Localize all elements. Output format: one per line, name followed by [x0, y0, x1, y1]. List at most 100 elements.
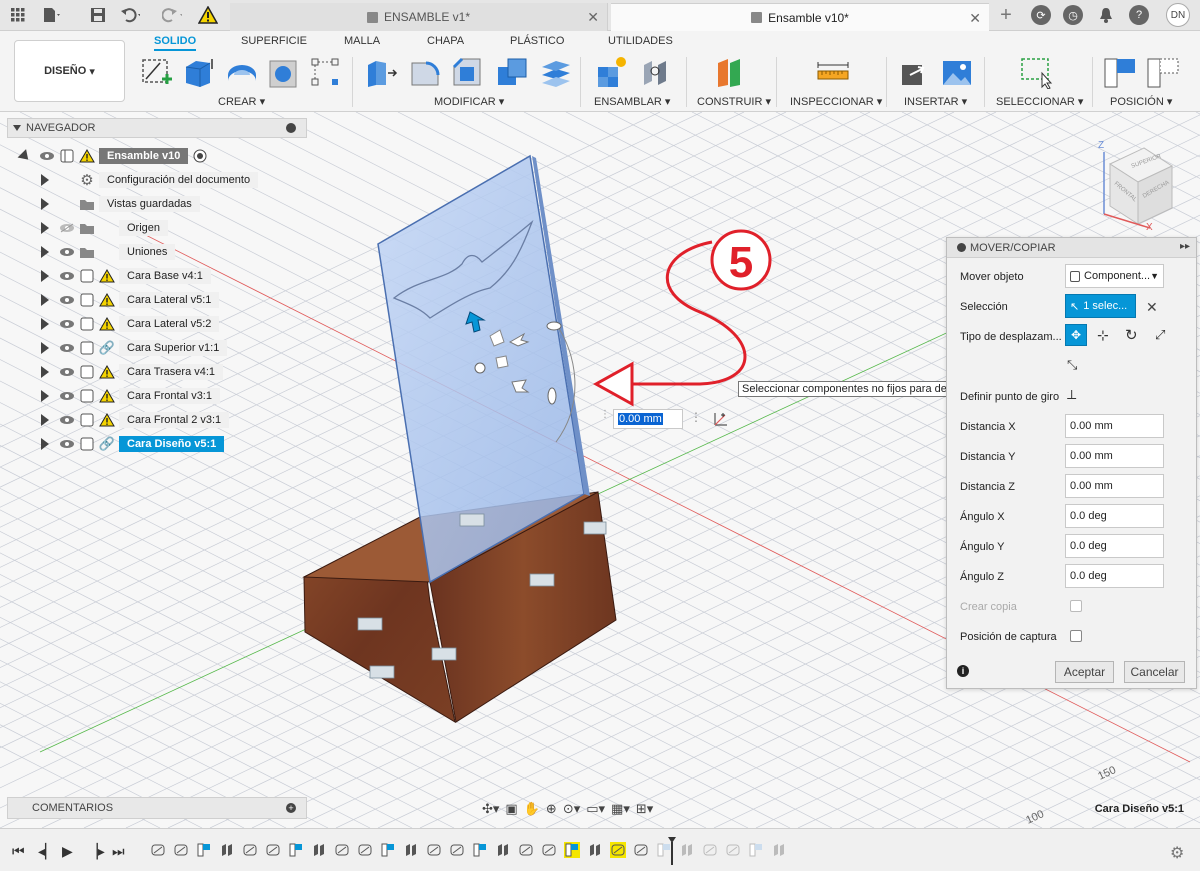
warning-icon[interactable] — [198, 5, 218, 25]
eye-icon[interactable] — [59, 364, 75, 380]
joint-marker[interactable] — [357, 617, 383, 631]
timeline-feature-icon[interactable] — [587, 842, 603, 858]
close-tab-icon[interactable]: ✕ — [587, 9, 599, 26]
joint-marker[interactable] — [431, 647, 457, 661]
expand-icon[interactable] — [41, 294, 49, 306]
timeline-feature-icon[interactable] — [426, 842, 442, 858]
nav-item[interactable]: Cara Lateral v5:2 — [41, 314, 220, 334]
timeline-settings-icon[interactable]: ⚙ — [1170, 843, 1186, 862]
nav-item[interactable]: Cara Lateral v5:1 — [41, 290, 220, 310]
expand-icon[interactable] — [41, 174, 49, 186]
posicion-captura-checkbox[interactable] — [1070, 630, 1082, 642]
apps-grid-icon[interactable] — [8, 5, 28, 25]
tab-ensamble-v1[interactable]: ENSAMBLE v1* ✕ — [230, 3, 608, 31]
timeline-feature-icon[interactable] — [518, 842, 534, 858]
eye-icon[interactable] — [59, 436, 75, 452]
capture-position-icon[interactable] — [1103, 55, 1137, 89]
timeline-feature-icon[interactable] — [380, 842, 396, 858]
eye-icon[interactable] — [59, 268, 75, 284]
offset-plane-icon[interactable] — [714, 55, 748, 89]
field-input[interactable]: 0.0 deg — [1065, 564, 1164, 588]
field-input[interactable]: 0.0 deg — [1065, 504, 1164, 528]
tab-chapa[interactable]: CHAPA — [427, 35, 464, 47]
timeline-marker[interactable] — [668, 837, 676, 865]
minimize-icon[interactable] — [957, 243, 966, 252]
grid-settings-icon[interactable]: ▦▾ — [611, 801, 630, 817]
pan-icon[interactable]: ✋ — [524, 801, 540, 817]
expand-icon[interactable] — [41, 342, 49, 354]
timeline-feature-icon[interactable] — [702, 842, 718, 858]
cancel-button[interactable]: Cancelar — [1124, 661, 1185, 683]
job-status-icon[interactable]: ◷ — [1063, 5, 1083, 25]
workspace-dropdown[interactable]: DISEÑO ▾ — [14, 40, 125, 102]
timeline-feature-icon[interactable] — [495, 842, 511, 858]
timeline-feature-icon[interactable] — [633, 842, 649, 858]
navigator-header[interactable]: NAVEGADOR — [7, 118, 307, 138]
create-sketch-icon[interactable] — [140, 55, 174, 89]
group-inspeccionar[interactable]: INSPECCIONAR ▾ — [790, 95, 882, 108]
help-icon[interactable]: ? — [1129, 5, 1149, 25]
timeline-feature-icon[interactable] — [472, 842, 488, 858]
nav-item[interactable]: 🔗 Cara Diseño v5:1 — [41, 434, 225, 454]
info-icon[interactable]: i — [957, 665, 969, 677]
selection-button[interactable]: ↖ 1 selec... — [1065, 294, 1136, 318]
add-comment-icon[interactable]: + — [286, 803, 296, 813]
expand-icon[interactable] — [41, 198, 49, 210]
timeline-feature-icon[interactable] — [265, 842, 281, 858]
point-to-point-icon[interactable]: ⤢ — [1155, 327, 1165, 343]
gizmo-origin[interactable] — [474, 362, 486, 374]
accept-button[interactable]: Aceptar — [1055, 661, 1114, 683]
user-avatar[interactable]: DN — [1166, 3, 1190, 27]
save-icon[interactable] — [88, 5, 108, 25]
group-construir[interactable]: CONSTRUIR ▾ — [697, 95, 771, 108]
joint-marker[interactable] — [583, 521, 607, 535]
measure-icon[interactable] — [816, 55, 850, 89]
expand-icon[interactable] — [41, 438, 49, 450]
field-input[interactable]: 0.00 mm — [1065, 444, 1164, 468]
group-crear[interactable]: CREAR ▾ — [218, 95, 265, 108]
group-insertar[interactable]: INSERTAR ▾ — [904, 95, 967, 108]
comments-panel[interactable]: COMENTARIOS + — [7, 797, 307, 819]
timeline-feature-icon[interactable] — [242, 842, 258, 858]
group-posicion[interactable]: POSICIÓN ▾ — [1110, 95, 1172, 108]
nav-item[interactable]: Cara Frontal 2 v3:1 — [41, 410, 230, 430]
combine-icon[interactable] — [494, 55, 528, 89]
timeline-feature-icon[interactable] — [334, 842, 350, 858]
display-settings-icon[interactable]: ▭▾ — [586, 801, 605, 817]
group-ensamblar[interactable]: ENSAMBLAR ▾ — [594, 95, 670, 108]
distance-input[interactable]: 0.00 mm — [613, 409, 683, 429]
timeline-feature-icon[interactable] — [173, 842, 189, 858]
expand-icon[interactable] — [41, 270, 49, 282]
joint-icon[interactable] — [638, 55, 672, 89]
nav-item[interactable]: Cara Frontal v3:1 — [41, 386, 220, 406]
eye-icon[interactable] — [59, 340, 75, 356]
pattern-icon[interactable] — [308, 55, 342, 89]
eye-icon[interactable] — [59, 244, 75, 260]
collapse-icon[interactable] — [13, 125, 21, 131]
timeline-feature-icon[interactable] — [748, 842, 764, 858]
close-tab-icon[interactable]: ✕ — [969, 10, 981, 27]
timeline-feature-icon[interactable] — [564, 842, 580, 858]
expand-icon[interactable] — [41, 318, 49, 330]
timeline-feature-icon[interactable] — [541, 842, 557, 858]
move-panel-header[interactable]: MOVER/COPIAR ▸▸ — [947, 238, 1196, 258]
nav-root[interactable]: Ensamble v10 — [17, 146, 212, 166]
expand-icon[interactable] — [41, 222, 49, 234]
tab-plastico[interactable]: PLÁSTICO — [510, 35, 564, 47]
fit-icon[interactable]: ⊙▾ — [563, 801, 580, 817]
play-icon[interactable]: ▶ — [62, 843, 78, 859]
timeline-feature-icon[interactable] — [219, 842, 235, 858]
timeline-feature-icon[interactable] — [679, 842, 695, 858]
group-seleccionar[interactable]: SELECCIONAR ▾ — [996, 95, 1083, 108]
timeline-feature-icon[interactable] — [150, 842, 166, 858]
offset-faces-icon[interactable] — [538, 55, 572, 89]
eye-icon[interactable] — [39, 148, 55, 164]
joint-marker[interactable] — [369, 665, 395, 679]
undo-icon[interactable] — [120, 5, 140, 25]
pivot-icon[interactable] — [712, 410, 730, 428]
free-move-icon[interactable]: ✥ — [1065, 324, 1087, 346]
eye-icon[interactable] — [59, 316, 75, 332]
expand-icon[interactable] — [41, 366, 49, 378]
orbit-icon[interactable]: ✣▾ — [482, 801, 499, 817]
zoom-icon[interactable]: ⊕ — [546, 801, 557, 817]
